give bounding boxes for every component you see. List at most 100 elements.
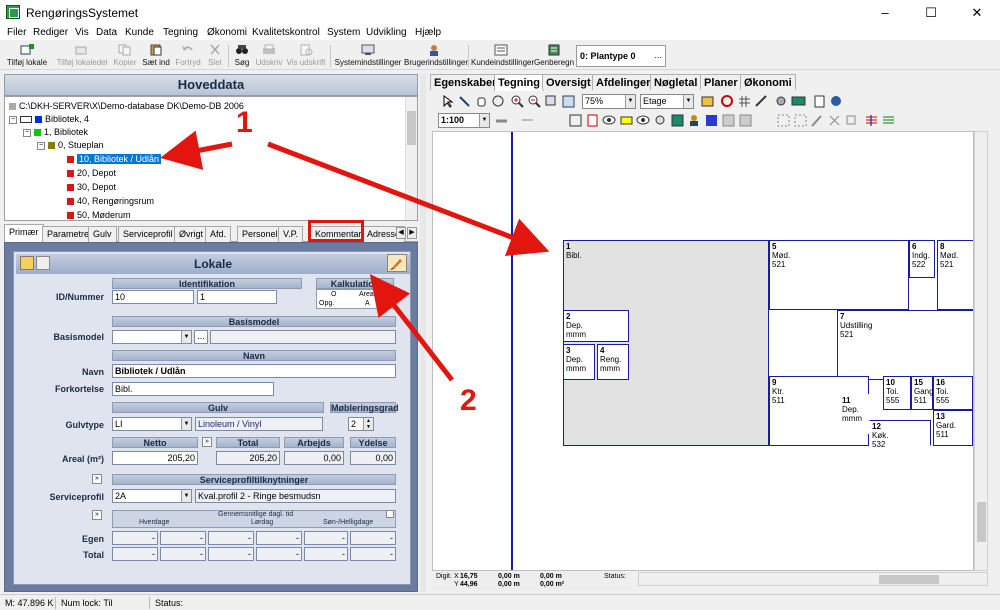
basismodel-select[interactable]: ▼ (112, 330, 192, 344)
rotate-icon[interactable] (491, 94, 506, 109)
tab-oversigt[interactable]: Oversigt (542, 74, 595, 90)
find-room-icon[interactable] (829, 94, 844, 109)
undo-button[interactable]: Fortryd (174, 43, 202, 69)
folder-icon[interactable] (20, 256, 34, 270)
nummer-input[interactable]: 1 (197, 290, 277, 304)
gennemsnit-toggle[interactable] (386, 510, 394, 518)
collapse-icon[interactable]: − (23, 128, 31, 137)
menu-tegning[interactable]: Tegning (158, 26, 203, 39)
netto-input[interactable]: 205,20 (112, 451, 198, 465)
room-16[interactable]: 16 Toi. 555 (933, 376, 973, 410)
settings-icon[interactable] (774, 94, 789, 109)
book-icon[interactable] (812, 94, 827, 109)
tree-node[interactable]: 20, Depot (67, 167, 116, 180)
room-7[interactable]: 7 Udstilling 521 (837, 310, 973, 380)
menu-kunde[interactable]: Kunde (120, 26, 159, 39)
plantype-field[interactable]: 0: Plantype 0... (576, 45, 666, 67)
tid-expander[interactable]: » (92, 510, 102, 520)
tab-noegletal[interactable]: Nøgletal (650, 74, 702, 90)
tab-planer[interactable]: Planer (700, 74, 742, 90)
room-5[interactable]: 5 Mød. 521 (769, 240, 909, 310)
tab-personel[interactable]: Personel (237, 226, 283, 242)
print-preview-button[interactable]: Vis udskrift (285, 43, 327, 69)
serviceprofil-expander[interactable]: » (92, 474, 102, 484)
room-8[interactable]: 8 Mød. 521 (937, 240, 973, 310)
room-6[interactable]: 6 Indg. 522 (909, 240, 935, 278)
areal-expander[interactable]: » (202, 437, 212, 447)
tab-serviceprofil[interactable]: Serviceprofil (118, 226, 178, 242)
room-11[interactable]: 11 Dep. mmm (839, 394, 869, 434)
collapse-icon[interactable]: − (9, 115, 17, 124)
label-icon[interactable] (619, 113, 634, 128)
menu-system[interactable]: System (322, 26, 365, 39)
drawing-canvas[interactable]: 1 Bibl. 5 Mød. 521 6 Indg. 522 8 Mød. 521 2 Dep.… (432, 131, 974, 571)
tab-tegning[interactable]: Tegning (494, 74, 544, 91)
canvas-vertical-scrollbar[interactable] (974, 131, 988, 571)
spin-icon[interactable]: ▲ ▼ (363, 418, 373, 430)
menu-udvikling[interactable]: Udvikling (361, 26, 412, 39)
maximize-button[interactable]: ☐ (908, 0, 954, 26)
chevron-down-icon[interactable]: ▼ (479, 114, 489, 127)
zoom-fit-icon[interactable] (561, 94, 576, 109)
scroll-thumb[interactable] (407, 111, 416, 145)
moebleringsgrad-stepper[interactable]: 2 ▲ ▼ (348, 417, 374, 431)
ungroup-icon[interactable] (793, 113, 808, 128)
panel-splitter[interactable] (420, 74, 426, 592)
tab-afd[interactable]: Afd. (205, 226, 232, 242)
add-part-button[interactable]: Tilføj lokaledel (54, 43, 110, 69)
minimize-button[interactable]: – (862, 0, 908, 26)
grid-icon[interactable] (737, 94, 752, 109)
color-icon[interactable] (670, 113, 685, 128)
tab-gulv[interactable]: Gulv (88, 226, 117, 242)
menu-kvalitetskontrol[interactable]: Kvalitetskontrol (247, 26, 325, 39)
group-icon[interactable] (776, 113, 791, 128)
chevron-down-icon[interactable]: ▼ (181, 490, 191, 502)
tab-okonomi[interactable]: Økonomi (740, 74, 796, 90)
edit-icon[interactable] (387, 254, 407, 272)
search-button[interactable]: Søg (231, 43, 253, 69)
chevron-down-icon[interactable]: ▼ (181, 418, 191, 430)
layers-icon[interactable] (700, 94, 715, 109)
chevron-down-icon[interactable]: ▼ (181, 331, 191, 343)
menu-hjaelp[interactable]: Hjælp (410, 26, 446, 39)
room-4[interactable]: 4 Reng. mmm (597, 344, 629, 380)
cut-icon[interactable] (827, 113, 842, 128)
tree-node[interactable]: −1, Bibliotek (23, 126, 88, 139)
tree-node[interactable]: 40, Rengøringsrum (67, 195, 154, 208)
display-icon[interactable] (791, 94, 806, 109)
tab-vp[interactable]: V.P. (278, 226, 304, 242)
user-icon[interactable] (687, 113, 702, 128)
tab-ovrigt[interactable]: Øvrigt (174, 226, 209, 242)
room-13[interactable]: 13 Gard. 511 (933, 410, 973, 446)
tab-scroll-left[interactable]: ◀ (396, 227, 406, 239)
menu-rediger[interactable]: Rediger (28, 26, 73, 39)
tree-node[interactable]: − Bibliotek, 4 (9, 113, 89, 126)
tree-node[interactable]: −0, Stueplan (37, 139, 104, 152)
room-12[interactable]: 12 Køk. 532 (869, 420, 931, 449)
eye-icon-2[interactable] (636, 113, 651, 128)
scroll-thumb[interactable] (879, 575, 939, 584)
room-1[interactable]: 1 Bibl. (563, 240, 769, 446)
pointer-icon[interactable] (440, 94, 455, 109)
level-select[interactable]: Etage ▼ (640, 94, 694, 109)
door-icon[interactable] (585, 113, 600, 128)
scale-select[interactable]: 1:100 ▼ (438, 113, 490, 128)
chevron-down-icon[interactable]: ▼ (625, 95, 635, 108)
room-10[interactable]: 10 Toi. 555 (883, 376, 911, 410)
add-room-button[interactable]: Tilføj lokale (2, 43, 52, 69)
tree-node[interactable]: 50, Møderum (67, 209, 131, 220)
room-3[interactable]: 3 Dep. mmm (563, 344, 595, 380)
system-settings-button[interactable]: Systemindstillinger (334, 43, 402, 69)
wall-icon[interactable] (494, 113, 509, 128)
zoom-select[interactable]: 75% ▼ (582, 94, 636, 109)
basismodel-browse-button[interactable]: ... (194, 330, 208, 344)
tree-node[interactable]: 30, Depot (67, 181, 116, 194)
customer-settings-button[interactable]: Kundeindstillinger (471, 43, 534, 69)
box-icon[interactable] (721, 113, 736, 128)
close-button[interactable]: ✕ (954, 0, 1000, 26)
gear-icon[interactable] (653, 113, 668, 128)
delete-button[interactable]: Slet (204, 43, 226, 69)
tab-parametre[interactable]: Parametre (42, 226, 95, 242)
hatch-icon[interactable] (704, 113, 719, 128)
serviceprofil-select[interactable]: 2A ▼ (112, 489, 192, 503)
